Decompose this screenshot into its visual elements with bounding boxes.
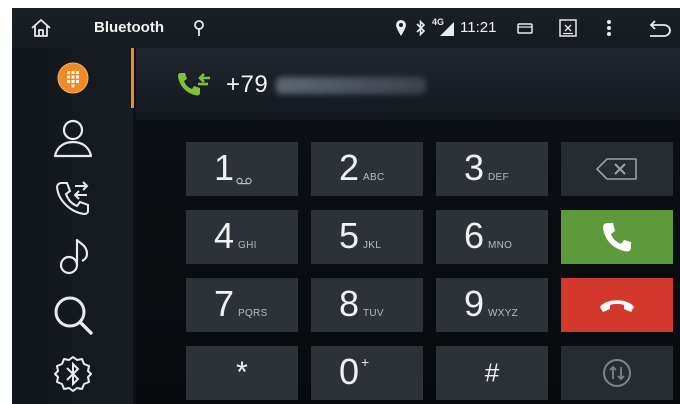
sidebar-item-search[interactable]	[12, 285, 133, 344]
key-3[interactable]: 3 DEF	[436, 142, 548, 196]
signal-icon	[440, 22, 454, 36]
key-digit: 8	[339, 283, 360, 324]
key-hash[interactable]: #	[436, 346, 548, 400]
key-digit: 4	[214, 215, 235, 256]
key-digit: 7	[214, 283, 235, 324]
key-1[interactable]: 1	[186, 142, 298, 196]
location-icon	[396, 20, 406, 36]
key-letters: WXYZ	[488, 308, 519, 319]
back-icon[interactable]	[648, 19, 672, 37]
call-log-icon	[55, 180, 89, 215]
key-digit: 2	[339, 147, 360, 188]
key-letters: MNO	[488, 240, 513, 251]
bluetooth-phone-screen: Bluetooth 4G 11:21 +79 1 2 ABC 3 DEF 4 G…	[12, 8, 680, 404]
number-display: +79	[136, 48, 680, 120]
sidebar-item-bluetooth-settings[interactable]	[12, 344, 133, 403]
call-button[interactable]	[561, 210, 673, 264]
key-letters: GHI	[238, 240, 257, 251]
voicemail-icon	[236, 177, 252, 185]
close-box-icon[interactable]	[559, 19, 577, 37]
key-letters: +	[361, 354, 370, 370]
backspace-icon	[596, 158, 637, 180]
sidebar	[12, 48, 133, 404]
bluetooth-icon	[416, 19, 426, 37]
menu-dots-icon[interactable]	[606, 19, 612, 37]
dialed-number: +79	[226, 71, 269, 98]
hangup-icon	[600, 300, 634, 312]
home-icon[interactable]	[30, 18, 52, 38]
key-9[interactable]: 9 WXYZ	[436, 278, 548, 332]
key-letters: ABC	[363, 172, 385, 183]
status-bar: Bluetooth 4G 11:21	[12, 8, 680, 48]
music-icon	[59, 238, 88, 274]
key-7[interactable]: 7 PQRS	[186, 278, 298, 332]
key-digit: *	[236, 356, 248, 389]
key-0[interactable]: 0 +	[311, 346, 423, 400]
sidebar-item-call-log[interactable]	[12, 167, 133, 226]
bluetooth-settings-icon	[53, 355, 92, 392]
redacted-number	[276, 77, 426, 94]
key-digit: 5	[339, 215, 360, 256]
key-2[interactable]: 2 ABC	[311, 142, 423, 196]
call-icon	[603, 223, 631, 252]
key-4[interactable]: 4 GHI	[186, 210, 298, 264]
pin-icon	[194, 20, 204, 36]
key-digit: #	[484, 357, 500, 388]
key-digit: 1	[214, 147, 235, 188]
key-digit: 6	[464, 215, 485, 256]
key-letters: JKL	[363, 240, 382, 251]
key-star[interactable]: *	[186, 346, 298, 400]
key-letters: DEF	[488, 172, 509, 183]
sidebar-item-music[interactable]	[12, 226, 133, 285]
hangup-button[interactable]	[561, 278, 673, 332]
key-6[interactable]: 6 MNO	[436, 210, 548, 264]
sidebar-item-dialpad[interactable]	[12, 48, 133, 107]
dialer-panel: +79 1 2 ABC 3 DEF 4 GHI 5 JKL 6 MNO 7 PQ…	[136, 48, 680, 404]
backspace-button[interactable]	[561, 142, 673, 196]
window-icon[interactable]	[517, 23, 533, 34]
key-digit: 9	[464, 283, 485, 324]
contacts-icon	[53, 119, 92, 157]
dialpad-icon	[57, 62, 88, 93]
app-title: Bluetooth	[94, 19, 164, 36]
key-8[interactable]: 8 TUV	[311, 278, 423, 332]
key-letters: TUV	[363, 308, 384, 319]
clock: 11:21	[460, 19, 497, 36]
audio-transfer-button[interactable]	[561, 346, 673, 400]
key-digit: 3	[464, 147, 485, 188]
sidebar-item-contacts[interactable]	[12, 108, 133, 167]
search-icon	[54, 296, 93, 335]
key-digit: 0	[339, 351, 360, 392]
active-tab-indicator	[131, 48, 134, 108]
key-letters: PQRS	[238, 308, 268, 319]
audio-transfer-icon	[603, 359, 631, 387]
outgoing-call-icon	[178, 73, 210, 96]
key-5[interactable]: 5 JKL	[311, 210, 423, 264]
